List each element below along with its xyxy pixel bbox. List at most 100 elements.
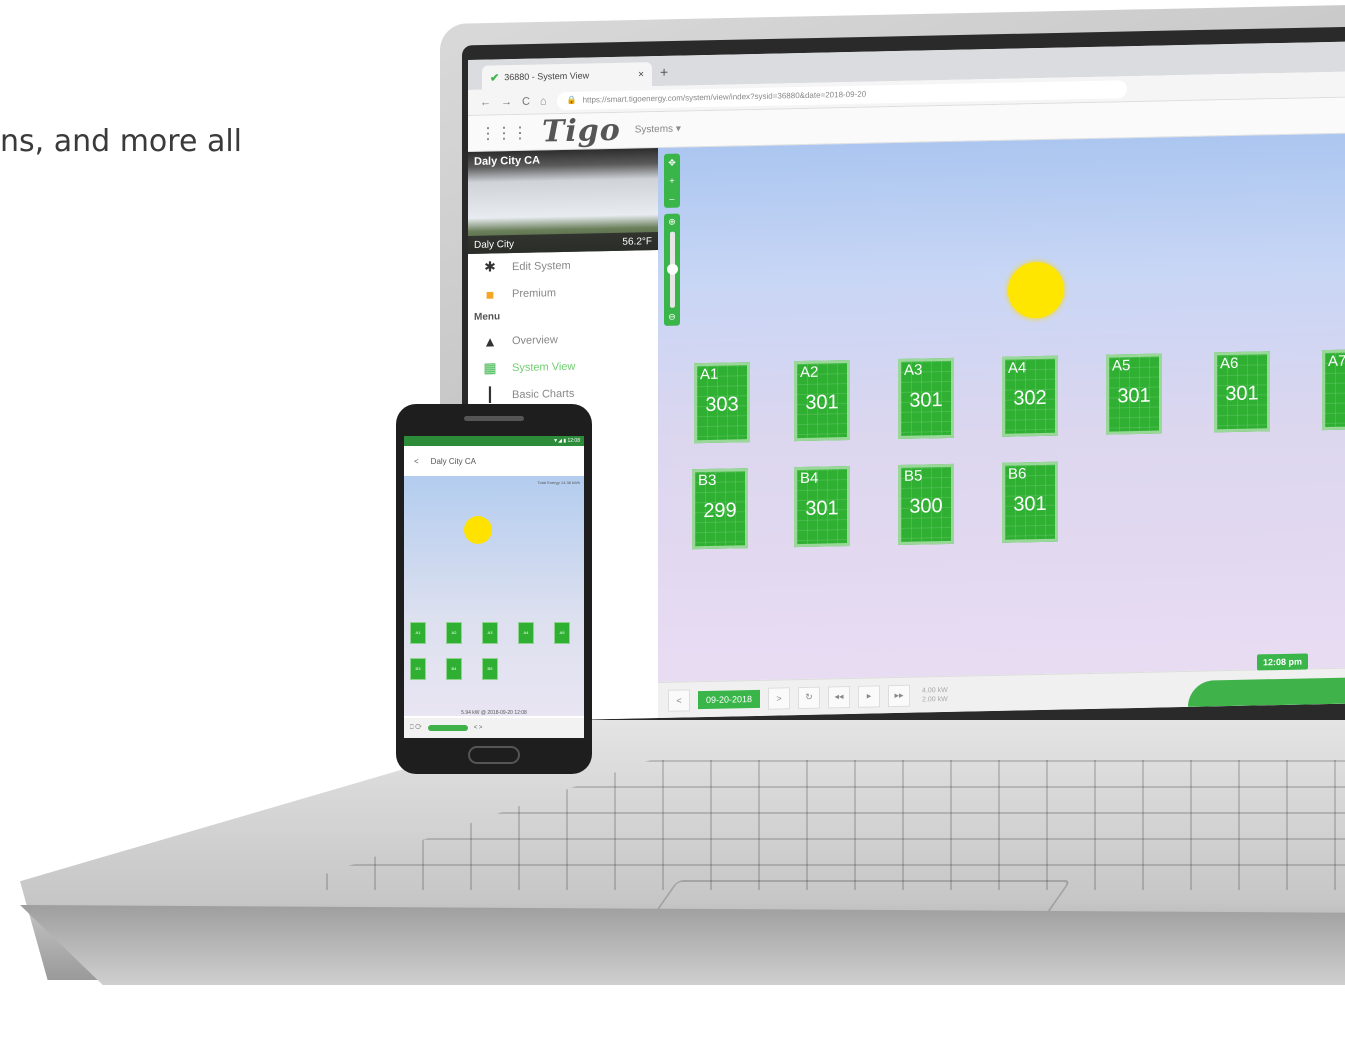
solar-panel[interactable]: A6 301 <box>1214 351 1270 433</box>
panel-value: 301 <box>1013 492 1047 516</box>
phone-panel[interactable]: B4 <box>446 658 462 680</box>
overview-icon: ▲ <box>483 332 497 350</box>
sidebar-item-system-view[interactable]: ▦ System View <box>468 351 658 382</box>
browser-tab[interactable]: ✔ 36880 - System View × <box>482 62 652 90</box>
phone-status-bar: ▼◢ ▮ 12:08 <box>404 436 584 446</box>
chart-icon: ┃ <box>485 386 495 403</box>
next-day-button[interactable]: > <box>768 686 791 710</box>
phone-timeline-nav[interactable]: < > <box>474 725 483 731</box>
solar-panel[interactable]: A1 303 <box>694 362 750 444</box>
laptop-screen: ✔ 36880 - System View × + ← → C ⌂ 🔒 http… <box>468 41 1345 722</box>
wrench-icon: ✱ <box>484 258 496 275</box>
panel-id: A5 <box>1112 357 1131 375</box>
phone-back-icon[interactable]: < <box>414 457 419 466</box>
apps-grid-icon[interactable]: ⋮⋮⋮ <box>480 122 528 143</box>
power-mid-label: 2.00 kW <box>922 695 948 703</box>
panel-id: B5 <box>904 467 923 485</box>
panel-value: 301 <box>1117 384 1151 408</box>
tigo-logo[interactable]: Tigo <box>542 113 621 150</box>
zoom-in-icon[interactable]: ⊕ <box>668 217 676 228</box>
phone-panel[interactable]: A2 <box>446 622 462 644</box>
rewind-button[interactable]: ◂◂ <box>828 685 851 708</box>
date-picker[interactable]: 09-20-2018 <box>698 689 761 709</box>
panel-id: A6 <box>1220 354 1239 373</box>
sidebar-item-label: System View <box>512 360 576 374</box>
pan-icon[interactable]: ✥ <box>668 157 676 168</box>
sidebar-item-label: Edit System <box>512 259 571 273</box>
panel-value: 302 <box>1013 386 1047 410</box>
sidebar-item-overview[interactable]: ▲ Overview <box>468 324 658 355</box>
new-tab-button[interactable]: + <box>660 64 668 80</box>
panel-id: A2 <box>800 363 819 382</box>
solar-panel[interactable]: B5 300 <box>898 463 954 545</box>
panel-id: A4 <box>1008 359 1027 377</box>
panel-value: 301 <box>805 497 839 520</box>
zoom-out-icon[interactable]: ⊖ <box>668 312 676 323</box>
phone-screen: ▼◢ ▮ 12:08 < Daly City CA Total Energy 1… <box>404 436 584 738</box>
power-scale: 4.00 kW 2.00 kW <box>922 685 948 704</box>
panel-value: 301 <box>1225 382 1259 406</box>
phone-speaker <box>464 416 524 421</box>
sidebar-item-label: Basic Charts <box>512 387 575 401</box>
phone-panel[interactable]: A1 <box>410 622 426 644</box>
solar-panel[interactable]: A2 301 <box>794 359 850 442</box>
system-view-stage: ✥ + – ⊕ ⊖ A1 303 A2 301 A3 301 A4 302 A5 301 … <box>658 133 1345 683</box>
phone-power-readout: 5.94 kW @ 2018-09-20 12:08 <box>461 710 527 716</box>
systems-dropdown[interactable]: Systems ▾ <box>635 124 681 136</box>
phone-panel[interactable]: B5 <box>482 658 498 680</box>
play-button[interactable]: ▸ <box>858 684 881 708</box>
sidebar-item-premium[interactable]: ■ Premium <box>468 277 658 308</box>
solar-panel[interactable]: B3 299 <box>692 468 748 550</box>
tab-title: 36880 - System View <box>504 70 590 83</box>
site-temperature: 56.2°F <box>622 235 652 248</box>
solar-panel[interactable]: A5 301 <box>1106 353 1162 435</box>
fast-forward-button[interactable]: ▸▸ <box>888 684 911 707</box>
sidebar-item-edit-system[interactable]: ✱ Edit System <box>468 250 658 281</box>
solar-panel[interactable]: A3 301 <box>898 357 954 439</box>
smartphone: ▼◢ ▮ 12:08 < Daly City CA Total Energy 1… <box>396 404 592 774</box>
close-tab-icon[interactable]: × <box>638 69 644 80</box>
phone-header: < Daly City CA <box>404 446 584 477</box>
phone-panel[interactable]: A5 <box>554 622 570 644</box>
prev-day-button[interactable]: < <box>668 688 690 712</box>
panel-id: B4 <box>800 469 819 488</box>
plus-icon[interactable]: + <box>669 176 674 186</box>
minus-icon[interactable]: – <box>669 194 674 204</box>
laptop-base-edge <box>20 905 1345 985</box>
panel-value: 301 <box>805 391 839 414</box>
phone-panel[interactable]: B3 <box>410 658 426 680</box>
panel-value: 301 <box>909 389 943 412</box>
phone-panel[interactable]: A3 <box>482 622 498 644</box>
solar-panel[interactable]: A4 302 <box>1002 355 1058 437</box>
sidebar-item-label: Overview <box>512 333 558 347</box>
solar-panel[interactable]: A7 3 <box>1322 348 1345 431</box>
reload-icon[interactable]: C <box>522 95 530 107</box>
url-text: https://smart.tigoenergy.com/system/view… <box>582 89 867 105</box>
phone-timeline-left-icons[interactable]: ⎕ ⟳ <box>410 725 422 732</box>
tigo-favicon-icon: ✔ <box>490 71 500 85</box>
phone-panel[interactable]: A4 <box>518 622 534 644</box>
panel-value: 300 <box>909 495 943 518</box>
zoom-track[interactable] <box>666 231 678 308</box>
panel-id: A7 <box>1328 352 1345 370</box>
phone-production-curve <box>427 725 468 731</box>
panel-id: A3 <box>904 361 923 379</box>
production-curve <box>1188 676 1345 707</box>
phone-system-view: Total Energy 14.38 kWh A1 A2 A3 A4 A5 B3… <box>404 476 584 716</box>
premium-icon: ■ <box>485 285 495 303</box>
zoom-slider[interactable]: ⊕ ⊖ <box>664 213 680 326</box>
pan-controls: ✥ + – <box>664 153 680 208</box>
forward-arrow-icon[interactable]: → <box>501 96 512 108</box>
time-indicator[interactable]: 12:08 pm <box>1256 653 1308 671</box>
panel-value: 299 <box>703 499 737 523</box>
panel-id: B6 <box>1008 465 1027 483</box>
home-icon[interactable]: ⌂ <box>540 95 547 107</box>
back-arrow-icon[interactable]: ← <box>480 96 491 108</box>
solar-panel[interactable]: B4 301 <box>794 465 850 548</box>
phone-home-button[interactable] <box>468 746 520 764</box>
panel-id: A1 <box>700 365 719 384</box>
solar-panel[interactable]: B6 301 <box>1002 461 1058 543</box>
phone-title: Daly City CA <box>430 456 477 466</box>
refresh-icon[interactable]: ↻ <box>798 686 821 709</box>
zoom-knob[interactable] <box>666 263 678 275</box>
